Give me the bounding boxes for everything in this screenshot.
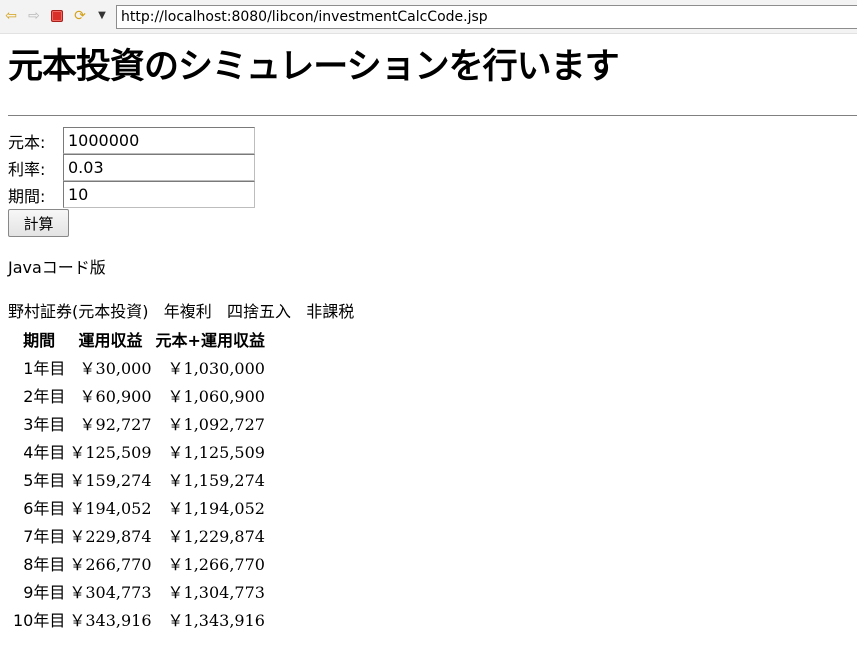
profit-cell: ￥343,916 [69, 611, 152, 630]
total-cell: ￥1,125,509 [167, 443, 265, 462]
table-row: 9年目 ￥304,773 ￥1,304,773 [12, 578, 266, 604]
header-total: 元本+運用収益 [155, 331, 265, 350]
year-cell: 1年目 [23, 359, 66, 378]
total-cell: ￥1,030,000 [167, 359, 265, 378]
total-cell: ￥1,266,770 [167, 555, 265, 574]
table-row: 5年目 ￥159,274 ￥1,159,274 [12, 466, 266, 492]
profit-cell: ￥266,770 [69, 555, 152, 574]
year-cell: 9年目 [23, 583, 66, 602]
back-arrow-icon[interactable]: ⇦ [3, 8, 19, 24]
total-cell: ￥1,194,052 [167, 499, 265, 518]
page-content: 元本投資のシミュレーションを行います 元本: 利率: 期間: 計算 Javaコー… [8, 34, 857, 630]
rate-row: 利率: [8, 154, 255, 181]
year-cell: 6年目 [23, 499, 66, 518]
forward-arrow-icon[interactable]: ⇨ [26, 8, 42, 24]
total-cell: ￥1,092,727 [167, 415, 265, 434]
year-cell: 5年目 [23, 471, 66, 490]
principal-input[interactable] [63, 127, 255, 154]
principal-row: 元本: [8, 127, 255, 154]
profit-cell: ￥194,052 [69, 499, 152, 518]
rate-input[interactable] [63, 154, 255, 181]
year-cell: 8年目 [23, 555, 66, 574]
profit-cell: ￥159,274 [69, 471, 152, 490]
header-profit: 運用収益 [78, 331, 143, 350]
profit-cell: ￥304,773 [69, 583, 152, 602]
total-cell: ￥1,343,916 [167, 611, 265, 630]
profit-cell: ￥60,900 [79, 387, 152, 406]
profit-cell: ￥30,000 [79, 359, 152, 378]
table-header-row: 期間 運用収益 元本+運用収益 [12, 326, 266, 352]
total-cell: ￥1,229,874 [167, 527, 265, 546]
period-input[interactable] [63, 181, 255, 208]
profit-cell: ￥125,509 [69, 443, 152, 462]
profit-cell: ￥92,727 [79, 415, 152, 434]
year-cell: 7年目 [23, 527, 66, 546]
total-cell: ￥1,159,274 [167, 471, 265, 490]
year-cell: 2年目 [23, 387, 66, 406]
address-bar[interactable]: http://localhost:8080/libcon/investmentC… [116, 5, 857, 29]
table-row: 4年目 ￥125,509 ￥1,125,509 [12, 438, 266, 464]
period-label: 期間: [8, 186, 46, 206]
header-period: 期間 [23, 331, 56, 350]
calc-description: 野村証券(元本投資) 年複利 四捨五入 非課税 [8, 302, 355, 321]
dropdown-arrow-icon[interactable]: ▼ [94, 8, 110, 24]
version-text: Javaコード版 [8, 258, 106, 277]
profit-cell: ￥229,874 [69, 527, 152, 546]
calculate-button[interactable]: 計算 [8, 209, 69, 237]
table-row: 10年目 ￥343,916 ￥1,343,916 [12, 606, 266, 632]
divider [8, 115, 857, 116]
calc-form: 元本: 利率: 期間: 計算 [8, 127, 255, 237]
refresh-icon[interactable]: ⟳ [72, 8, 88, 24]
results-table: 期間 運用収益 元本+運用収益 1年目 ￥30,000 ￥1,030,000 2… [10, 324, 268, 634]
table-row: 3年目 ￥92,727 ￥1,092,727 [12, 410, 266, 436]
rate-label: 利率: [8, 159, 46, 179]
stop-icon[interactable] [49, 8, 65, 24]
total-cell: ￥1,304,773 [167, 583, 265, 602]
year-cell: 3年目 [23, 415, 66, 434]
year-cell: 10年目 [13, 611, 66, 630]
table-row: 2年目 ￥60,900 ￥1,060,900 [12, 382, 266, 408]
period-row: 期間: [8, 181, 255, 208]
table-row: 8年目 ￥266,770 ￥1,266,770 [12, 550, 266, 576]
table-row: 1年目 ￥30,000 ￥1,030,000 [12, 354, 266, 380]
year-cell: 4年目 [23, 443, 66, 462]
total-cell: ￥1,060,900 [167, 387, 265, 406]
page-title: 元本投資のシミュレーションを行います [8, 47, 620, 87]
browser-toolbar: ⇦ ⇨ ⟳ ▼ http://localhost:8080/libcon/inv… [0, 0, 857, 34]
table-row: 7年目 ￥229,874 ￥1,229,874 [12, 522, 266, 548]
table-row: 6年目 ￥194,052 ￥1,194,052 [12, 494, 266, 520]
principal-label: 元本: [8, 132, 46, 152]
